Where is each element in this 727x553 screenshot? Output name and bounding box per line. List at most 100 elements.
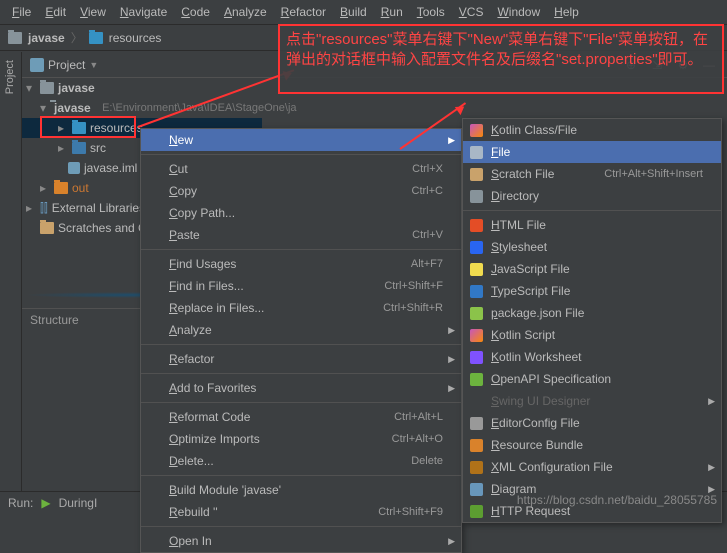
menu-navigate[interactable]: Navigate (114, 2, 173, 22)
menu-item-stylesheet[interactable]: Stylesheet (463, 236, 721, 258)
project-icon (8, 32, 22, 44)
folder-icon (40, 82, 54, 94)
tree-label: src (90, 141, 106, 155)
watermark: https://blog.csdn.net/baidu_28055785 (517, 493, 717, 507)
menu-view[interactable]: View (74, 2, 112, 22)
menu-help[interactable]: Help (548, 2, 585, 22)
menu-item-swing-ui-designer: Swing UI Designer▶ (463, 390, 721, 412)
pkg-icon (469, 306, 483, 320)
menu-file[interactable]: File (6, 2, 37, 22)
side-tab-project[interactable]: Project (0, 52, 20, 102)
breadcrumb-project[interactable]: javase (28, 31, 65, 45)
menu-refactor[interactable]: Refactor (275, 2, 332, 22)
menu-item-find-in-files-[interactable]: Find in Files...Ctrl+Shift+F (141, 275, 461, 297)
chevron-right-icon: ▶ (448, 536, 455, 547)
menu-item-resource-bundle[interactable]: Resource Bundle (463, 434, 721, 456)
chevron-right-icon: ▶ (708, 462, 715, 473)
breadcrumb-folder[interactable]: resources (109, 31, 162, 45)
chevron-right-icon: ▶ (708, 396, 715, 407)
menu-code[interactable]: Code (175, 2, 216, 22)
xml-icon (469, 460, 483, 474)
project-view-icon (30, 58, 44, 72)
tree-label: External Libraries (52, 201, 145, 215)
menu-item-javascript-file[interactable]: JavaScript File (463, 258, 721, 280)
annotation-callout: 点击"resources"菜单右键下"New"菜单右键下"File"菜单按钮，在… (278, 24, 724, 94)
diag-icon (469, 482, 483, 496)
html-icon (469, 218, 483, 232)
menu-item-add-to-favorites[interactable]: Add to Favorites▶ (141, 377, 461, 399)
scratch-icon (40, 222, 54, 234)
menu-item-cut[interactable]: CutCtrl+X (141, 158, 461, 180)
run-label: Run: (8, 496, 33, 510)
run-config[interactable]: DuringI (59, 496, 98, 510)
menu-vcs[interactable]: VCS (453, 2, 490, 22)
menubar: FileEditViewNavigateCodeAnalyzeRefactorB… (0, 0, 727, 25)
menu-item-delete-[interactable]: Delete...Delete (141, 450, 461, 472)
res-icon (469, 438, 483, 452)
chevron-right-icon: ▶ (448, 135, 455, 146)
menu-item-html-file[interactable]: HTML File (463, 214, 721, 236)
menu-edit[interactable]: Edit (39, 2, 72, 22)
menu-item-file[interactable]: File (463, 141, 721, 163)
js-icon (469, 262, 483, 276)
project-title[interactable]: Project (48, 58, 85, 72)
context-menu: New▶CutCtrl+XCopyCtrl+CCopy Path...Paste… (140, 128, 462, 553)
dir-icon (469, 189, 483, 203)
menu-item-openapi-specification[interactable]: OpenAPI Specification (463, 368, 721, 390)
side-tab: Project (0, 52, 22, 512)
css-icon (469, 240, 483, 254)
paste-icon (147, 228, 161, 242)
tree-module[interactable]: ▾ javase E:\Environment\Java\IDEA\StageO… (22, 98, 262, 118)
menu-item-editorconfig-file[interactable]: EditorConfig File (463, 412, 721, 434)
menu-item-directory[interactable]: Directory (463, 185, 721, 207)
iml-icon (68, 162, 80, 174)
chevron-right-icon: ▶ (448, 354, 455, 365)
menu-build[interactable]: Build (334, 2, 373, 22)
edit-icon (469, 416, 483, 430)
file-icon (469, 145, 483, 159)
tree-label: javase.iml (84, 161, 137, 175)
menu-item-package-json-file[interactable]: package.json File (463, 302, 721, 324)
chevron-right-icon: ▶ (448, 383, 455, 394)
tree-label: out (72, 181, 89, 195)
menu-analyze[interactable]: Analyze (218, 2, 273, 22)
http-icon (469, 504, 483, 518)
tree-label: javase (54, 101, 91, 115)
src-icon (72, 142, 86, 154)
cut-icon (147, 162, 161, 176)
lib-icon: ⫿⫿ (40, 201, 48, 216)
menu-item-scratch-file[interactable]: Scratch FileCtrl+Alt+Shift+Insert (463, 163, 721, 185)
ks-icon (469, 350, 483, 364)
menu-item-copy-path-[interactable]: Copy Path... (141, 202, 461, 224)
menu-item-analyze[interactable]: Analyze▶ (141, 319, 461, 341)
tree-label: javase (58, 81, 95, 95)
menu-item-kotlin-worksheet[interactable]: Kotlin Worksheet (463, 346, 721, 368)
menu-item-open-in[interactable]: Open In▶ (141, 530, 461, 552)
ts-icon (469, 284, 483, 298)
chevron-right-icon: ▶ (448, 325, 455, 336)
menu-window[interactable]: Window (491, 2, 546, 22)
menu-item-replace-in-files-[interactable]: Replace in Files...Ctrl+Shift+R (141, 297, 461, 319)
menu-item-rebuild-default-[interactable]: Rebuild ''Ctrl+Shift+F9 (141, 501, 461, 523)
menu-tools[interactable]: Tools (411, 2, 451, 22)
menu-item-kotlin-script[interactable]: Kotlin Script (463, 324, 721, 346)
kotlin-icon (469, 123, 483, 137)
menu-item-optimize-imports[interactable]: Optimize ImportsCtrl+Alt+O (141, 428, 461, 450)
menu-item-find-usages[interactable]: Find UsagesAlt+F7 (141, 253, 461, 275)
open-icon (469, 372, 483, 386)
menu-item-typescript-file[interactable]: TypeScript File (463, 280, 721, 302)
menu-item-refactor[interactable]: Refactor▶ (141, 348, 461, 370)
menu-item-copy[interactable]: CopyCtrl+C (141, 180, 461, 202)
tree-label: resources (90, 121, 143, 135)
menu-item-build-module-javase-[interactable]: Build Module 'javase' (141, 479, 461, 501)
scratch-icon (469, 167, 483, 181)
menu-run[interactable]: Run (375, 2, 409, 22)
kotlin-icon (469, 328, 483, 342)
menu-item-reformat-code[interactable]: Reformat CodeCtrl+Alt+L (141, 406, 461, 428)
menu-item-xml-configuration-file[interactable]: XML Configuration File▶ (463, 456, 721, 478)
menu-item-paste[interactable]: PasteCtrl+V (141, 224, 461, 246)
copy-icon (147, 184, 161, 198)
chevron-down-icon[interactable]: ▼ (89, 60, 98, 70)
menu-item-kotlin-class-file[interactable]: Kotlin Class/File (463, 119, 721, 141)
folder-icon (89, 32, 103, 44)
